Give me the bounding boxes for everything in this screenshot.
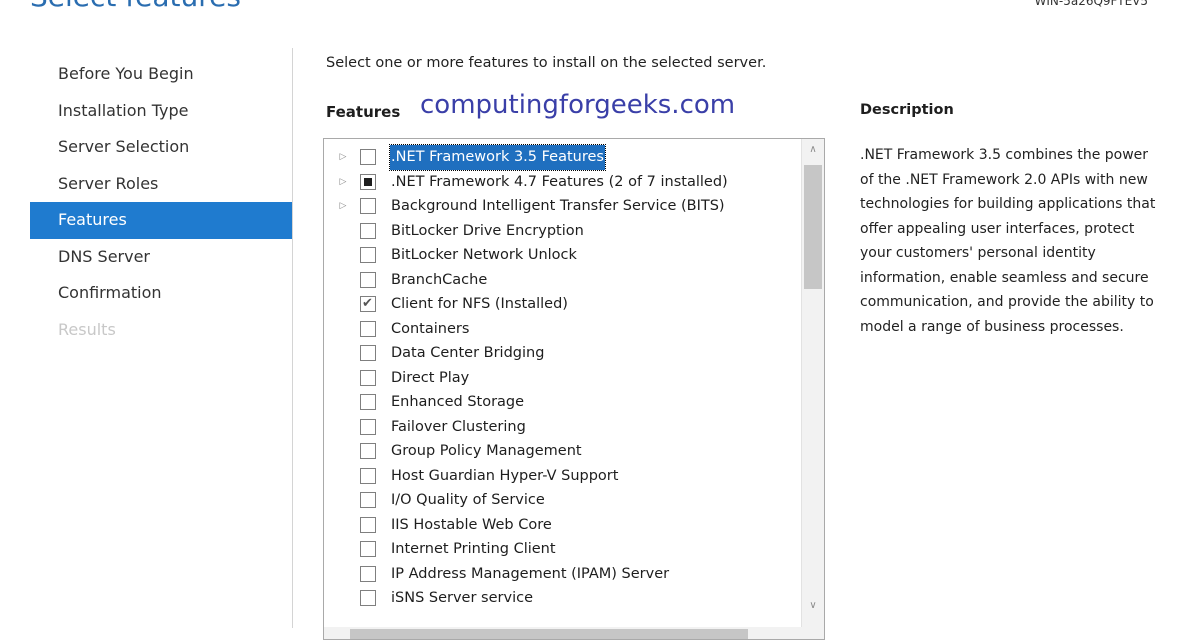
feature-checkbox[interactable]	[360, 320, 376, 337]
vertical-scrollbar[interactable]: ∧ ∨	[801, 139, 824, 639]
feature-checkbox[interactable]	[360, 418, 376, 435]
nav-item-server-selection[interactable]: Server Selection	[30, 129, 292, 166]
feature-label[interactable]: Client for NFS (Installed)	[390, 292, 569, 317]
feature-label[interactable]: Data Center Bridging	[390, 341, 545, 366]
feature-row[interactable]: Containers	[324, 317, 794, 342]
description-text: .NET Framework 3.5 combines the power of…	[860, 147, 1156, 335]
feature-row[interactable]: I/O Quality of Service	[324, 488, 794, 513]
scroll-down-icon[interactable]: ∨	[802, 595, 824, 617]
feature-label[interactable]: BitLocker Drive Encryption	[390, 219, 585, 244]
feature-checkbox[interactable]	[360, 292, 376, 317]
feature-row[interactable]: Client for NFS (Installed)	[324, 292, 794, 317]
feature-label[interactable]: Group Policy Management	[390, 439, 583, 464]
feature-label[interactable]: Enhanced Storage	[390, 390, 525, 415]
feature-checkbox[interactable]	[360, 345, 376, 361]
feature-checkbox[interactable]	[360, 394, 376, 410]
nav-item-results: Results	[58, 319, 116, 339]
horizontal-scrollbar[interactable]	[324, 627, 824, 639]
feature-checkbox[interactable]	[360, 271, 376, 288]
features-list[interactable]: ∧ ∨ ▷ .NET Framework 3.5 Features ▷ .NET Fr…	[323, 138, 825, 640]
feature-label[interactable]: .NET Framework 4.7 Features (2 of 7 inst…	[390, 170, 729, 195]
feature-row[interactable]: ▷ .NET Framework 3.5 Features	[324, 144, 794, 171]
instruction-text: Select one or more features to install o…	[326, 55, 767, 71]
watermark-text: computingforgeeks.com	[420, 90, 736, 120]
feature-checkbox[interactable]	[360, 222, 376, 239]
description-title: Description	[860, 102, 954, 118]
feature-row[interactable]: Host Guardian Hyper-V Support	[324, 464, 794, 489]
feature-label[interactable]: Direct Play	[390, 366, 470, 391]
feature-checkbox[interactable]	[360, 173, 376, 190]
feature-checkbox[interactable]	[360, 443, 376, 459]
expand-arrow-icon[interactable]: ▷	[338, 170, 348, 195]
feature-label[interactable]: BitLocker Network Unlock	[390, 243, 578, 268]
feature-checkbox[interactable]	[360, 541, 376, 557]
feature-checkbox[interactable]	[360, 247, 376, 263]
feature-row[interactable]: IIS Hostable Web Core	[324, 513, 794, 538]
scroll-up-icon[interactable]: ∧	[802, 139, 824, 161]
feature-label[interactable]: .NET Framework 3.5 Features	[389, 144, 606, 171]
feature-label[interactable]: Internet Printing Client	[390, 537, 557, 562]
feature-label[interactable]: BranchCache	[390, 268, 488, 293]
feature-label[interactable]: iSNS Server service	[390, 586, 534, 611]
feature-label[interactable]: I/O Quality of Service	[390, 488, 546, 513]
features-label: Features	[326, 103, 401, 121]
feature-label[interactable]: Host Guardian Hyper-V Support	[390, 464, 619, 489]
feature-row[interactable]: iSNS Server service	[324, 586, 794, 611]
feature-checkbox[interactable]	[360, 467, 376, 484]
wizard-nav: Before You Begin Installation Type Server …	[30, 56, 292, 348]
expand-arrow-icon[interactable]: ▷	[338, 145, 348, 170]
nav-item-features[interactable]: Features	[30, 202, 292, 239]
feature-checkbox[interactable]	[360, 565, 376, 582]
feature-row[interactable]: Direct Play	[324, 366, 794, 391]
nav-item-confirmation[interactable]: Confirmation	[30, 275, 292, 312]
feature-checkbox[interactable]	[360, 149, 376, 165]
nav-item-installation-type[interactable]: Installation Type	[30, 93, 292, 130]
feature-label[interactable]: Failover Clustering	[390, 415, 527, 440]
feature-row[interactable]: ▷ Background Intelligent Transfer Service…	[324, 194, 794, 219]
nav-item-server-roles[interactable]: Server Roles	[30, 166, 292, 203]
feature-checkbox[interactable]	[360, 492, 376, 508]
horizontal-scroll-thumb[interactable]	[350, 629, 748, 639]
feature-checkbox[interactable]	[360, 516, 376, 533]
nav-item-dns-server[interactable]: DNS Server	[30, 239, 292, 276]
feature-label[interactable]: Containers	[390, 317, 470, 342]
feature-row[interactable]: BranchCache	[324, 268, 794, 293]
feature-checkbox[interactable]	[360, 198, 376, 214]
feature-row[interactable]: IP Address Management (IPAM) Server	[324, 562, 794, 587]
expand-arrow-icon[interactable]: ▷	[338, 194, 348, 219]
feature-row[interactable]: BitLocker Drive Encryption	[324, 219, 794, 244]
feature-row[interactable]: Data Center Bridging	[324, 341, 794, 366]
feature-row[interactable]: BitLocker Network Unlock	[324, 243, 794, 268]
feature-checkbox[interactable]	[360, 590, 376, 606]
feature-row[interactable]: Group Policy Management	[324, 439, 794, 464]
feature-row[interactable]: Failover Clustering	[324, 415, 794, 440]
feature-checkbox[interactable]	[360, 369, 376, 386]
feature-label[interactable]: IP Address Management (IPAM) Server	[390, 562, 670, 587]
nav-divider	[292, 48, 293, 628]
page-title: Select features	[30, 0, 241, 13]
vertical-scroll-thumb[interactable]	[804, 165, 822, 289]
feature-label[interactable]: IIS Hostable Web Core	[390, 513, 553, 538]
nav-item-before-you-begin[interactable]: Before You Begin	[30, 56, 292, 93]
feature-row[interactable]: ▷ .NET Framework 4.7 Features (2 of 7 ins…	[324, 170, 794, 195]
server-name: WIN-5a26Q9FTEV5	[1034, 0, 1149, 8]
feature-row[interactable]: Enhanced Storage	[324, 390, 794, 415]
feature-label[interactable]: Background Intelligent Transfer Service …	[390, 194, 726, 219]
feature-row[interactable]: Internet Printing Client	[324, 537, 794, 562]
